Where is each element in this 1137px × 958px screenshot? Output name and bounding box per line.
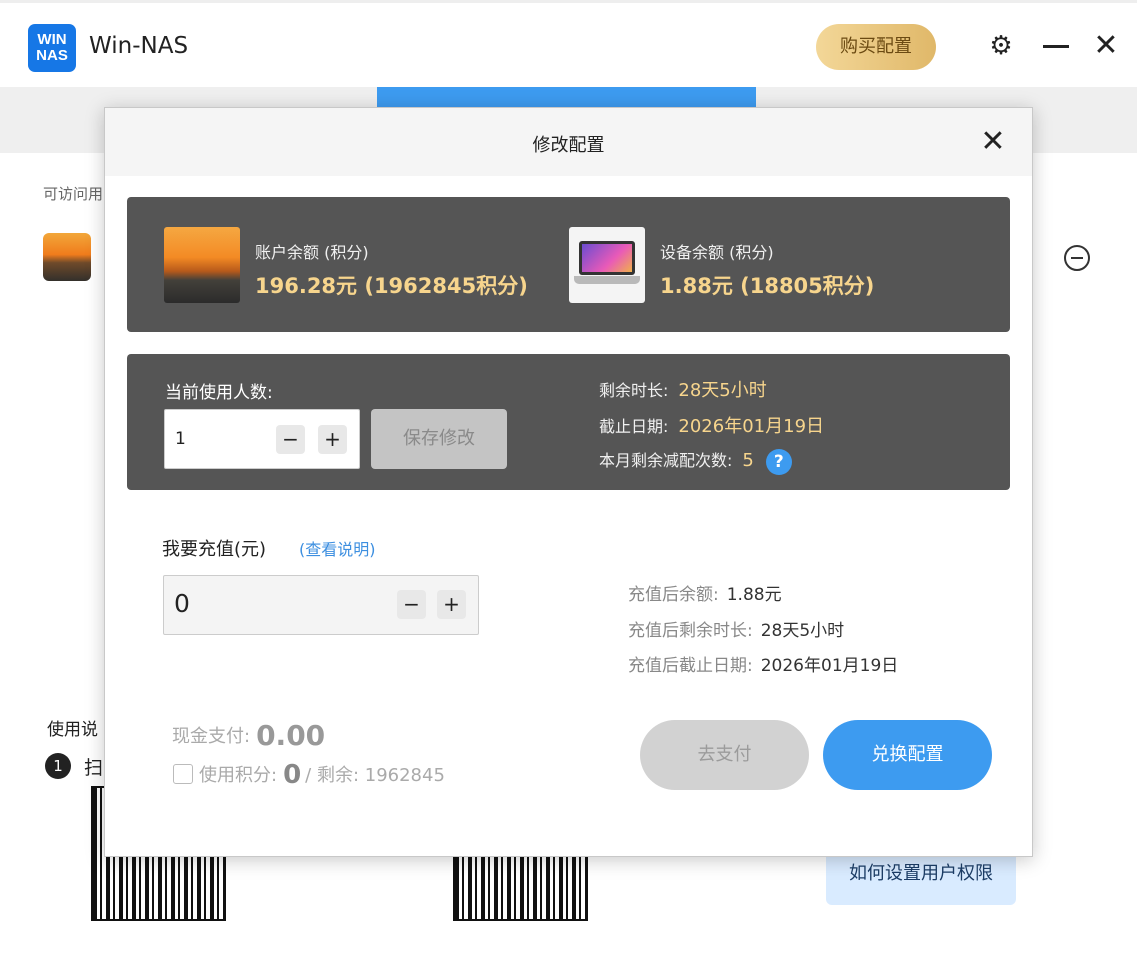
close-icon[interactable]: ✕ bbox=[1091, 31, 1121, 61]
current-users-label: 当前使用人数: bbox=[165, 383, 273, 403]
device-balance-value: 1.88元 (18805积分) bbox=[660, 274, 875, 298]
after-remaining-row: 充值后剩余时长: 28天5小时 bbox=[628, 616, 844, 641]
reduce-count-row: 本月剩余减配次数: 5? bbox=[599, 447, 792, 475]
dialog-header: 修改配置 ✕ bbox=[105, 108, 1032, 176]
use-points-value: 0 bbox=[283, 760, 302, 790]
see-note-link[interactable]: (查看说明) bbox=[299, 536, 376, 560]
exchange-config-button[interactable]: 兑换配置 bbox=[823, 720, 992, 790]
use-points-label[interactable]: 使用积分: bbox=[199, 765, 277, 786]
save-changes-button[interactable]: 保存修改 bbox=[371, 409, 507, 469]
minimize-icon[interactable] bbox=[1041, 31, 1071, 61]
app-titlebar: WIN NAS Win-NAS 购买配置 ⚙ ✕ bbox=[0, 3, 1137, 87]
remaining-time-label: 剩余时长: bbox=[599, 381, 669, 400]
laptop-icon bbox=[569, 227, 645, 303]
cash-payment-value: 0.00 bbox=[256, 719, 326, 752]
recharge-plus-button[interactable]: + bbox=[437, 590, 466, 619]
step-text: 扫 bbox=[84, 757, 104, 779]
close-icon[interactable]: ✕ bbox=[979, 127, 1007, 157]
account-avatar-image bbox=[164, 227, 240, 303]
balance-panel: 账户余额 (积分) 196.28元 (1962845积分) 设备余额 (积分) … bbox=[127, 197, 1010, 332]
recharge-minus-button[interactable]: − bbox=[397, 590, 426, 619]
avatar bbox=[43, 233, 91, 281]
after-remaining-value: 28天5小时 bbox=[760, 621, 845, 641]
after-balance-row: 充值后余额: 1.88元 bbox=[628, 580, 782, 605]
account-balance-value: 196.28元 (1962845积分) bbox=[255, 274, 528, 298]
accessible-users-label: 可访问用 bbox=[43, 185, 104, 203]
app-title: Win-NAS bbox=[89, 33, 189, 59]
remove-user-icon[interactable] bbox=[1064, 245, 1090, 271]
users-plus-button[interactable]: + bbox=[318, 425, 347, 454]
usage-guide-label: 使用说 bbox=[47, 720, 98, 740]
after-balance-label: 充值后余额: bbox=[628, 585, 719, 605]
cash-payment-label: 现金支付: bbox=[172, 726, 251, 747]
winnas-logo: WIN NAS bbox=[28, 24, 76, 72]
reduce-count-value: 5 bbox=[742, 450, 754, 471]
help-icon[interactable]: ? bbox=[765, 448, 792, 475]
buy-config-button[interactable]: 购买配置 bbox=[816, 24, 936, 70]
step-number-badge: 1 bbox=[45, 753, 71, 779]
status-panel: 当前使用人数: 1 − + 保存修改 剩余时长: 28天5小时 截止日期: 2026… bbox=[127, 354, 1010, 490]
remaining-time-value: 28天5小时 bbox=[678, 380, 767, 401]
tab-active-indicator[interactable] bbox=[377, 87, 756, 107]
after-balance-value: 1.88元 bbox=[726, 585, 782, 605]
after-remaining-label: 充值后剩余时长: bbox=[628, 621, 753, 641]
modify-config-dialog: 修改配置 ✕ 账户余额 (积分) 196.28元 (1962845积分) 设备余… bbox=[104, 107, 1033, 857]
points-remaining: / 剩余: 1962845 bbox=[305, 765, 445, 786]
account-balance-label: 账户余额 (积分) bbox=[255, 243, 369, 262]
recharge-amount-stepper[interactable]: 0 − + bbox=[163, 575, 479, 635]
remaining-time-row: 剩余时长: 28天5小时 bbox=[599, 376, 767, 402]
reduce-count-label: 本月剩余减配次数: bbox=[599, 451, 733, 470]
go-pay-button[interactable]: 去支付 bbox=[640, 720, 809, 790]
deadline-label: 截止日期: bbox=[599, 417, 669, 436]
users-count-stepper[interactable]: 1 − + bbox=[164, 409, 360, 469]
cash-payment-row: 现金支付: 0.00 bbox=[172, 719, 325, 752]
after-deadline-label: 充值后截止日期: bbox=[628, 656, 753, 676]
deadline-value: 2026年01月19日 bbox=[678, 416, 825, 437]
after-deadline-row: 充值后截止日期: 2026年01月19日 bbox=[628, 651, 898, 676]
users-minus-button[interactable]: − bbox=[276, 425, 305, 454]
users-count-value[interactable]: 1 bbox=[175, 429, 186, 449]
use-points-row: 使用积分: 0/ 剩余: 1962845 bbox=[173, 760, 445, 790]
gear-icon[interactable]: ⚙ bbox=[986, 31, 1016, 61]
recharge-label: 我要充值(元) bbox=[162, 539, 267, 560]
deadline-row: 截止日期: 2026年01月19日 bbox=[599, 412, 824, 438]
recharge-amount-value[interactable]: 0 bbox=[174, 589, 190, 618]
device-balance-label: 设备余额 (积分) bbox=[660, 243, 774, 262]
after-deadline-value: 2026年01月19日 bbox=[760, 656, 899, 676]
use-points-checkbox[interactable] bbox=[173, 764, 193, 784]
dialog-title: 修改配置 bbox=[532, 135, 605, 156]
